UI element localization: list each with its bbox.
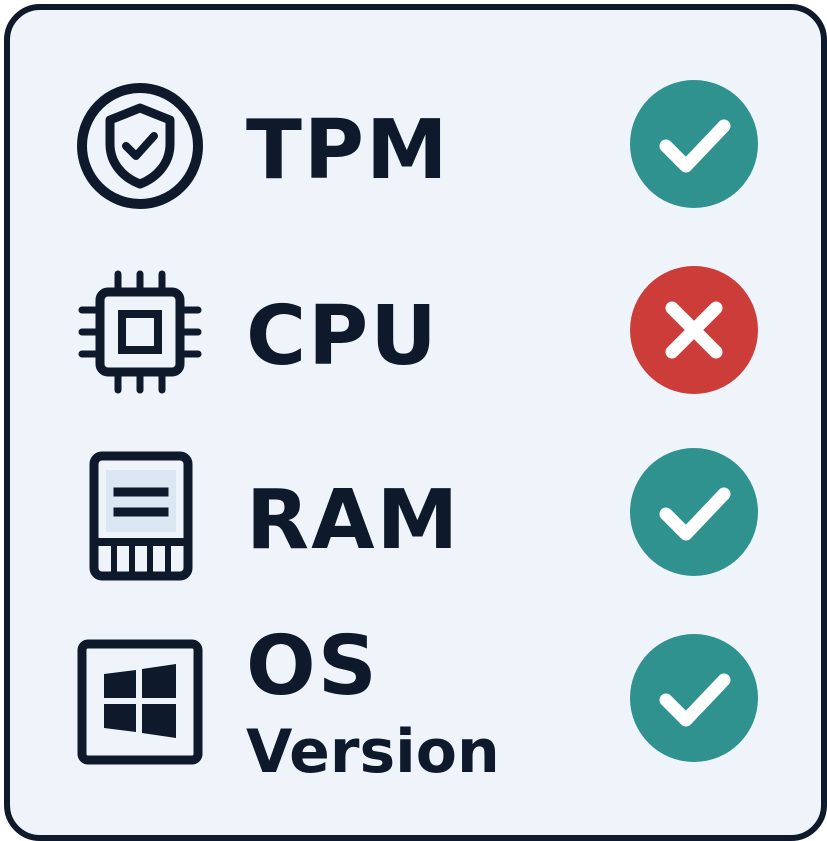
requirement-label-cpu: CPU	[246, 289, 439, 384]
requirement-row-os-version: OS Version	[10, 626, 821, 787]
requirement-sublabel-version: Version	[246, 717, 500, 787]
cpu-chip-icon	[74, 266, 206, 398]
memory-module-icon	[74, 450, 206, 582]
requirement-label-tpm: TPM	[246, 103, 450, 198]
status-pass-icon	[630, 448, 758, 576]
requirement-row-ram: RAM	[10, 442, 821, 592]
status-pass-icon	[630, 80, 758, 208]
windows-logo-icon	[74, 636, 206, 768]
requirement-label-ram: RAM	[246, 473, 461, 568]
requirement-row-cpu: CPU	[10, 258, 821, 408]
status-pass-icon	[630, 634, 758, 762]
requirement-label-os: OS	[246, 619, 379, 714]
requirements-panel: TPM CPU RAM OS Version	[4, 4, 827, 841]
requirement-row-tpm: TPM	[10, 72, 821, 222]
status-fail-icon	[630, 266, 758, 394]
shield-check-icon	[74, 80, 206, 212]
